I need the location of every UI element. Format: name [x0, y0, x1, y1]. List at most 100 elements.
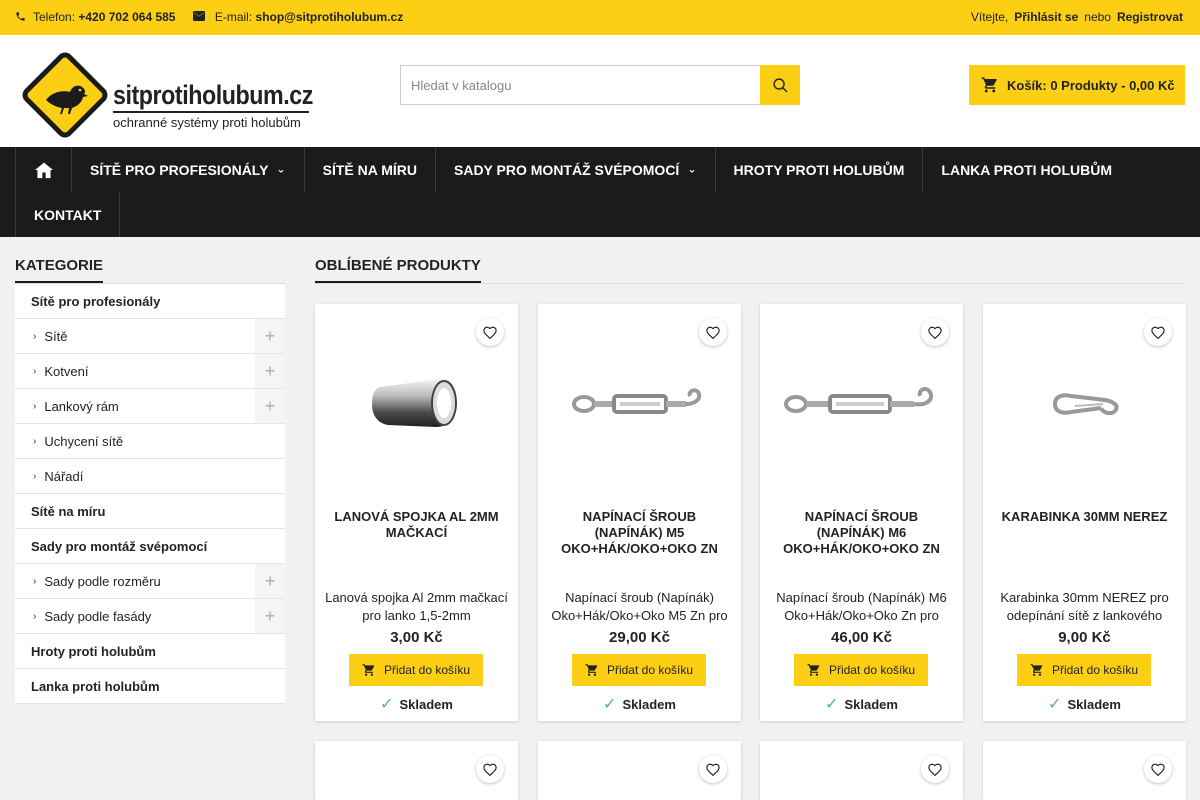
nav-home[interactable] [15, 147, 72, 192]
search-button[interactable] [760, 65, 800, 105]
nav-label: Sady pro montáž svépomocí [454, 161, 680, 178]
site-logo[interactable]: sitprotiholubum.cz ochranné systémy prot… [20, 50, 315, 138]
nav-label: Sítě na míru [322, 161, 417, 178]
sidebar-title: Kategorie [15, 256, 285, 284]
category-item[interactable]: › Uchycení sítě [15, 424, 285, 459]
category-label: Nářadí [44, 468, 84, 484]
product-card[interactable]: Karabinka 30mm nerez Karabinka 30mm NERE… [983, 304, 1186, 721]
category-item[interactable]: › Sítě + [15, 319, 285, 354]
category-item[interactable]: › Sady podle rozměru + [15, 564, 285, 599]
product-card[interactable] [315, 741, 518, 800]
favorite-button[interactable] [476, 755, 504, 783]
category-label: Hroty proti holubům [31, 643, 156, 659]
favorite-button[interactable] [1144, 318, 1172, 346]
add-to-cart-button[interactable]: Přidat do košíku [1017, 654, 1151, 686]
product-title[interactable]: Karabinka 30mm nerez [993, 509, 1176, 525]
section-title: Oblíbené produkty [315, 256, 1185, 284]
category-item[interactable]: Hroty proti holubům [15, 634, 285, 669]
favorite-button[interactable] [921, 755, 949, 783]
main-navigation: Sítě pro profesionály ⌄ Sítě na míru Sady… [0, 147, 1200, 237]
login-link[interactable]: Přihlásit se [1014, 10, 1078, 24]
product-title[interactable]: Napínací šroub (Napínák) M5 Oko+Hák/Oko+… [548, 509, 731, 557]
product-image[interactable] [983, 344, 1186, 464]
email-link[interactable]: shop@sitprotiholubum.cz [256, 10, 404, 24]
expand-plus-icon[interactable]: + [255, 389, 285, 423]
mail-icon [193, 10, 206, 22]
user-links: Vítejte, Přihlásit se nebo Registrovat [971, 10, 1183, 24]
logo-divider [113, 111, 309, 113]
favorite-button[interactable] [699, 755, 727, 783]
stock-status: ✓ Skladem [760, 694, 963, 714]
stock-status: ✓ Skladem [983, 694, 1186, 714]
category-list: Sítě pro profesionály › Sítě + › Kotvení + ›… [15, 284, 285, 704]
chevron-right-icon: › [33, 610, 37, 622]
search-input[interactable] [400, 65, 761, 105]
nav-item-kontakt[interactable]: Kontakt [15, 192, 121, 237]
category-item[interactable]: › Kotvení + [15, 354, 285, 389]
nav-label: Lanka proti holubům [941, 161, 1112, 178]
category-item[interactable]: Sítě na míru [15, 494, 285, 529]
nav-item-hroty[interactable]: Hroty proti holubům [716, 147, 924, 192]
nav-label: Kontakt [34, 206, 102, 223]
check-icon: ✓ [825, 696, 839, 713]
product-card[interactable] [760, 741, 963, 800]
favorite-button[interactable] [921, 318, 949, 346]
phone-number[interactable]: +420 702 064 585 [78, 10, 175, 24]
product-card[interactable]: Napínací šroub (Napínák) M6 Oko+Hák/Oko+… [760, 304, 963, 721]
product-card[interactable]: Napínací šroub (Napínák) M5 Oko+Hák/Oko+… [538, 304, 741, 721]
expand-plus-icon[interactable]: + [255, 564, 285, 598]
product-card[interactable] [538, 741, 741, 800]
nav-item-lanka[interactable]: Lanka proti holubům [923, 147, 1130, 192]
category-label: Uchycení sítě [44, 433, 124, 449]
expand-plus-icon[interactable]: + [255, 319, 285, 353]
favorite-button[interactable] [699, 318, 727, 346]
heart-icon [483, 763, 497, 776]
nav-item-site-na-miru[interactable]: Sítě na míru [305, 147, 436, 192]
favorite-button[interactable] [476, 318, 504, 346]
product-title[interactable]: Napínací šroub (Napínák) M6 Oko+Hák/Oko+… [770, 509, 953, 557]
add-to-cart-label: Přidat do košíku [383, 663, 471, 677]
product-card[interactable]: Lanová spojka Al 2mm mačkací Lanová spoj… [315, 304, 518, 721]
turnbuckle-image [571, 388, 701, 414]
category-label: Sady pro montáž svépomocí [31, 538, 208, 554]
category-label: Kotvení [44, 363, 89, 379]
section-title-text: Oblíbené produkty [315, 256, 481, 283]
chevron-right-icon: › [33, 575, 37, 587]
heart-icon [1151, 763, 1165, 776]
chevron-down-icon: ⌄ [276, 164, 286, 176]
category-label: Lanka proti holubům [31, 678, 160, 694]
category-item[interactable]: Lanka proti holubům [15, 669, 285, 704]
cart-button[interactable]: Košík: 0 Produkty - 0,00 Kč [969, 65, 1185, 105]
cart-icon [362, 663, 376, 677]
expand-plus-icon[interactable]: + [255, 354, 285, 388]
chevron-right-icon: › [33, 400, 37, 412]
nav-item-site-pro-profesionaly[interactable]: Sítě pro profesionály ⌄ [72, 147, 305, 192]
category-item[interactable]: › Sady podle fasády + [15, 599, 285, 634]
category-item[interactable]: Sítě pro profesionály [15, 284, 285, 319]
check-icon: ✓ [380, 696, 394, 713]
product-image[interactable] [760, 344, 963, 464]
category-label: Sítě [44, 328, 68, 344]
chevron-right-icon: › [33, 330, 37, 342]
add-to-cart-button[interactable]: Přidat do košíku [572, 654, 706, 686]
product-description: Lanová spojka Al 2mm mačkací pro lanko 1… [325, 590, 508, 623]
check-icon: ✓ [603, 696, 617, 713]
add-to-cart-button[interactable]: Přidat do košíku [794, 654, 928, 686]
stock-label: Skladem [1067, 696, 1121, 712]
category-item[interactable]: › Lankový rám + [15, 389, 285, 424]
heart-icon [1151, 326, 1165, 339]
product-image[interactable] [538, 344, 741, 464]
product-price: 29,00 Kč [609, 629, 670, 646]
search-form [400, 65, 800, 105]
product-image[interactable] [315, 344, 518, 464]
nav-item-sady-pro-montaz[interactable]: Sady pro montáž svépomocí ⌄ [436, 147, 716, 192]
register-link[interactable]: Registrovat [1117, 10, 1183, 24]
product-card[interactable] [983, 741, 1186, 800]
product-title[interactable]: Lanová spojka Al 2mm mačkací [325, 509, 508, 541]
favorite-button[interactable] [1144, 755, 1172, 783]
featured-products: Oblíbené produkty [315, 256, 1185, 284]
category-item[interactable]: › Nářadí [15, 459, 285, 494]
category-item[interactable]: Sady pro montáž svépomocí [15, 529, 285, 564]
expand-plus-icon[interactable]: + [255, 599, 285, 633]
add-to-cart-button[interactable]: Přidat do košíku [349, 654, 483, 686]
